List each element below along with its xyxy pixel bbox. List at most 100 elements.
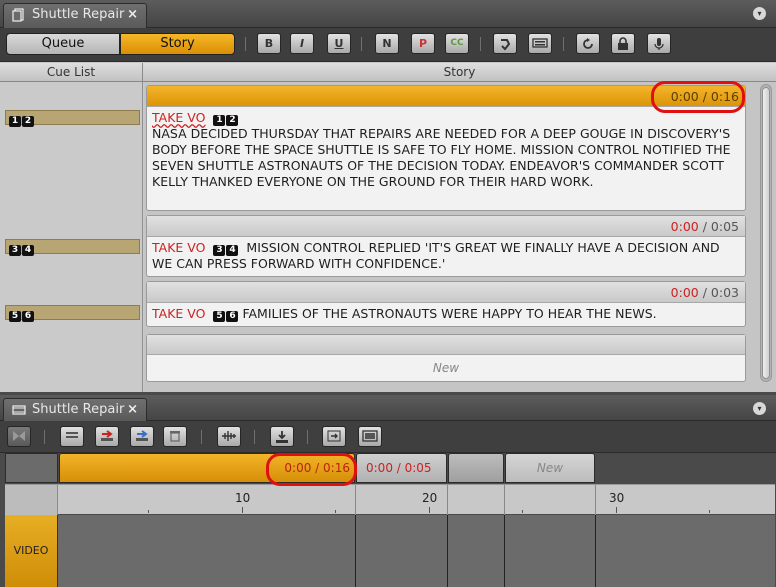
story-tab[interactable]: Shuttle Repair × — [3, 3, 147, 28]
toolbar-divider — [254, 430, 255, 444]
story-editor: 0:00 / 0:16 TAKE VO 12 NASA DECIDED THUR… — [144, 82, 776, 392]
ruler-corner — [5, 485, 58, 515]
italic-button[interactable]: I — [290, 33, 314, 54]
cue-list: 12 34 56 — [0, 82, 143, 392]
story-text-body[interactable]: TAKE VO 34 MISSION CONTROL REPLIED 'IT'S… — [147, 237, 745, 274]
trash-icon[interactable] — [163, 426, 187, 447]
video-track-label: VIDEO — [5, 515, 58, 587]
story-panel: Shuttle Repair × ▾ Queue Story B I U N P… — [0, 0, 776, 392]
story-block[interactable]: 0:00 / 0:05 TAKE VO 34 MISSION CONTROL R… — [146, 215, 746, 277]
sequence-tab[interactable]: Shuttle Repair × — [3, 398, 147, 421]
insert-blue-icon[interactable] — [130, 426, 154, 447]
scrollbar-thumb[interactable] — [762, 87, 770, 379]
story-toolbar: Queue Story B I U N P CC — [0, 28, 776, 62]
cue-number: 2 — [226, 115, 239, 126]
spell-check-icon[interactable] — [493, 33, 517, 54]
insert-red-icon[interactable] — [95, 426, 119, 447]
cue-number: 5 — [9, 311, 21, 322]
segment-time: 0:00 / 0:16 — [284, 461, 350, 475]
refresh-icon[interactable] — [576, 33, 600, 54]
timeline-segment[interactable]: 0:00 / 0:05 — [356, 453, 447, 483]
cue-number: 6 — [22, 311, 34, 322]
toolbar-divider — [201, 430, 202, 444]
segment-list-icon[interactable] — [60, 426, 84, 447]
segment-time: 0:00 / 0:05 — [366, 461, 432, 475]
story-block[interactable]: 0:00 / 0:16 TAKE VO 12 NASA DECIDED THUR… — [146, 85, 746, 211]
story-text-body[interactable]: TAKE VO 12 NASA DECIDED THURSDAY THAT RE… — [147, 107, 745, 192]
timeline-segment-bar: 0:00 / 0:16 0:00 / 0:05 New — [5, 453, 775, 483]
cue-number: 3 — [213, 245, 226, 256]
sequence-tab-title: Shuttle Repair — [32, 402, 125, 417]
filmstrip-icon — [12, 405, 26, 415]
take-vo-label: TAKE VO — [152, 110, 206, 125]
segment-boundary — [595, 485, 596, 515]
video-track[interactable]: VIDEO — [5, 515, 775, 587]
export-icon[interactable] — [322, 426, 346, 447]
bold-button[interactable]: B — [257, 33, 281, 54]
close-icon[interactable]: × — [127, 4, 138, 26]
segment-boundary — [355, 485, 356, 515]
story-text: NASA DECIDED THURSDAY THAT REPAIRS ARE N… — [152, 126, 731, 189]
timeline-ruler[interactable]: 10 20 30 — [5, 484, 775, 515]
segment-boundary — [504, 485, 505, 515]
cue-tag[interactable]: 12 — [5, 110, 140, 127]
ruler-tick — [335, 510, 336, 513]
new-segment-label: New — [536, 461, 564, 475]
story-elapsed-time: 0:00 — [670, 219, 699, 234]
toolbar-divider — [245, 37, 246, 51]
story-text-body[interactable]: TAKE VO 56 FAMILIES OF THE ASTRONAUTS WE… — [147, 303, 745, 324]
cue-number: 3 — [9, 245, 21, 256]
timeline-empty-area — [596, 453, 775, 483]
panel-menu-icon[interactable]: ▾ — [753, 402, 766, 415]
bowtie-icon[interactable] — [7, 426, 31, 447]
lock-icon[interactable] — [611, 33, 635, 54]
close-icon[interactable]: × — [127, 399, 138, 421]
cue-number: 6 — [226, 311, 239, 322]
monitor-icon[interactable] — [358, 426, 382, 447]
download-icon[interactable] — [270, 426, 294, 447]
sequence-tab-bar: Shuttle Repair × ▾ — [0, 395, 776, 421]
new-timeline-segment[interactable]: New — [505, 453, 595, 483]
new-story-block[interactable]: New — [146, 334, 746, 382]
story-duration: 0:00 / 0:03 — [147, 282, 745, 303]
toolbar-divider — [563, 37, 564, 51]
story-mode-button[interactable]: Story — [120, 33, 235, 55]
story-text: FAMILIES OF THE ASTRONAUTS WERE HAPPY TO… — [242, 306, 657, 321]
cue-tag[interactable]: 56 — [5, 305, 140, 322]
story-tab-title: Shuttle Repair — [32, 7, 125, 22]
story-elapsed-time: 0:00 — [670, 285, 699, 300]
timeline-segment[interactable]: 0:00 / 0:16 — [59, 453, 355, 483]
toolbar-divider — [480, 37, 481, 51]
story-tab-bar: Shuttle Repair × ▾ — [0, 0, 776, 28]
document-icon — [12, 8, 24, 22]
cue-tag[interactable]: 34 — [5, 239, 140, 256]
story-total-time: / 0:05 — [702, 219, 739, 234]
story-text: MISSION CONTROL REPLIED 'IT'S GREAT WE F… — [152, 240, 720, 271]
timeline-segment[interactable] — [448, 453, 504, 483]
microphone-icon[interactable] — [647, 33, 671, 54]
normal-text-button[interactable]: N — [375, 33, 399, 54]
queue-mode-button[interactable]: Queue — [6, 33, 120, 55]
story-column-header: Story — [143, 63, 776, 82]
cue-list-header: Cue List — [0, 63, 143, 82]
ruler-tick — [522, 510, 523, 513]
ruler-tick — [616, 507, 617, 513]
clip-boundary — [355, 515, 356, 587]
take-vo-label: TAKE VO — [152, 306, 206, 321]
closed-caption-button[interactable]: CC — [445, 33, 469, 54]
cue-number: 2 — [22, 116, 34, 127]
new-story-header — [147, 335, 745, 355]
ruler-tick — [429, 507, 430, 513]
cue-number: 4 — [22, 245, 34, 256]
vertical-scrollbar[interactable] — [760, 84, 772, 382]
story-block[interactable]: 0:00 / 0:03 TAKE VO 56 FAMILIES OF THE A… — [146, 281, 746, 327]
audio-waveform-icon[interactable] — [217, 426, 241, 447]
panel-menu-icon[interactable]: ▾ — [753, 7, 766, 20]
presenter-text-button[interactable]: P — [411, 33, 435, 54]
underline-button[interactable]: U — [327, 33, 351, 54]
ruler-tick — [709, 510, 710, 513]
clip-boundary — [504, 515, 505, 587]
ruler-tick — [242, 507, 243, 513]
keyboard-icon[interactable] — [528, 33, 552, 54]
timeline-corner — [5, 453, 58, 483]
